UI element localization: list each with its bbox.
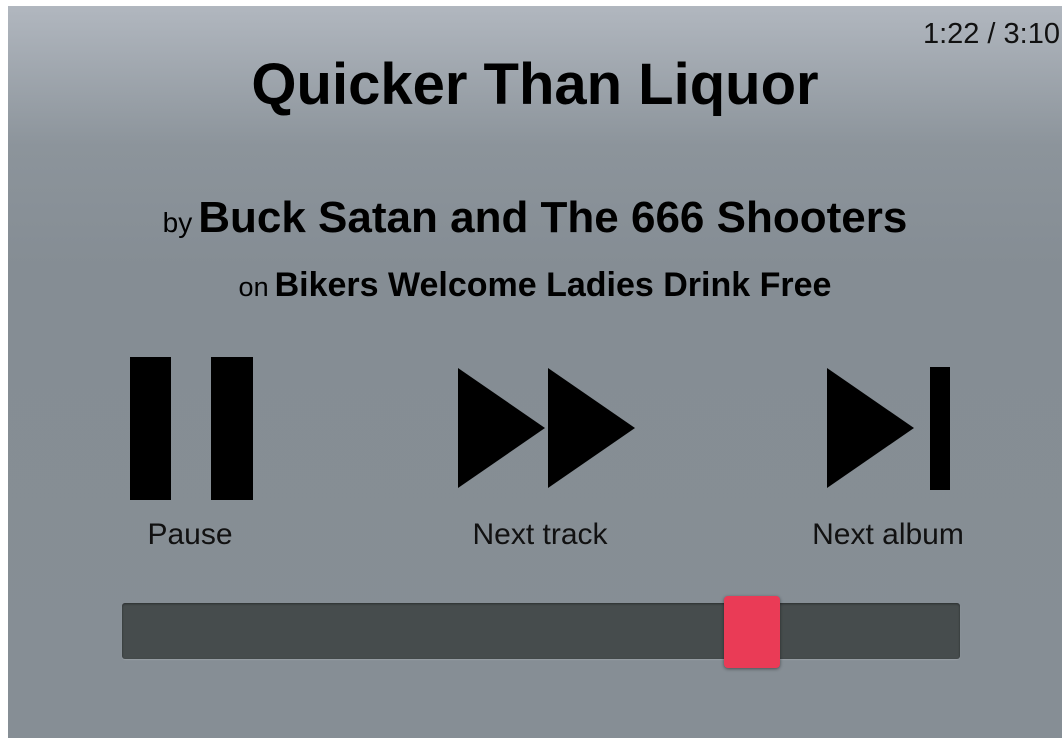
artist-line: by Buck Satan and The 666 Shooters <box>8 193 1062 243</box>
next-album-button[interactable]: Next album <box>758 354 1018 564</box>
progress-handle[interactable] <box>724 596 780 668</box>
artist-name: Buck Satan and The 666 Shooters <box>198 193 908 242</box>
album-prefix: on <box>238 272 269 302</box>
track-title: Quicker Than Liquor <box>251 52 819 117</box>
progress-track[interactable] <box>122 603 960 659</box>
skip-next-icon <box>827 367 950 490</box>
album-name: Bikers Welcome Ladies Drink Free <box>274 266 832 304</box>
time-display: 1:22 / 3:10 <box>922 18 1060 50</box>
pause-button[interactable]: Pause <box>60 354 320 564</box>
next-track-button[interactable]: Next track <box>410 354 670 564</box>
fast-forward-icon <box>458 368 635 488</box>
pause-label: Pause <box>147 518 233 551</box>
album-line: on Bikers Welcome Ladies Drink Free <box>8 266 1062 305</box>
music-player: 1:22 / 3:10 Quicker Than Liquor by Buck S… <box>8 6 1062 738</box>
artist-prefix: by <box>162 207 193 238</box>
pause-icon <box>130 357 253 500</box>
next-album-label: Next album <box>812 518 964 551</box>
next-track-label: Next track <box>472 518 608 551</box>
